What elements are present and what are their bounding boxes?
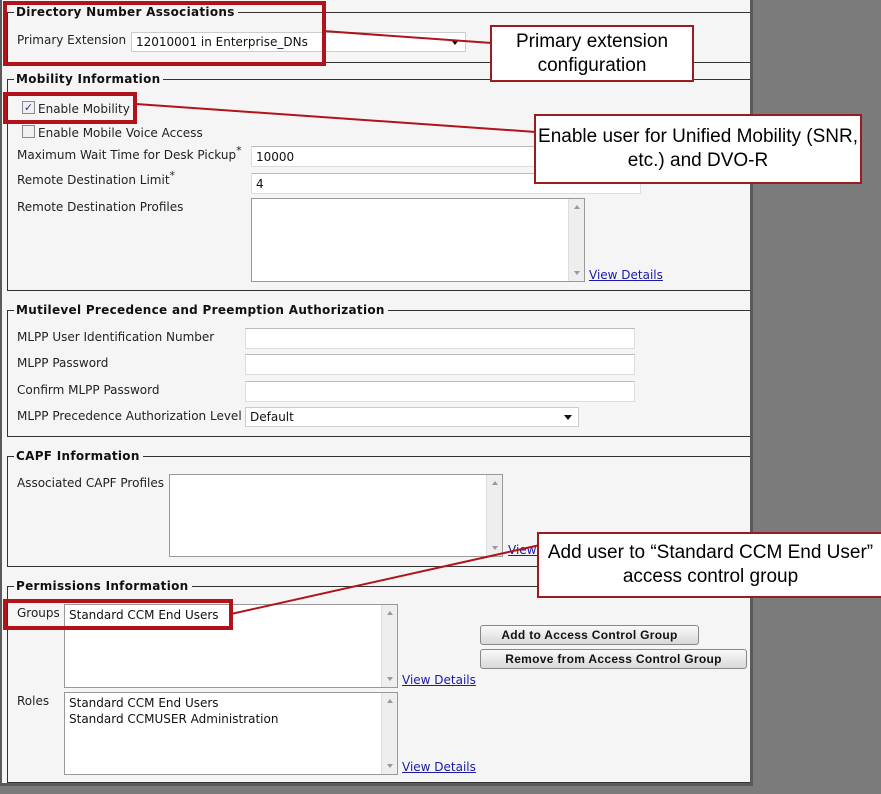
- roles-view-details-link[interactable]: View Details: [402, 760, 476, 774]
- scroll-up-icon: [387, 699, 393, 703]
- scroll-down-icon: [387, 764, 393, 768]
- scrollbar[interactable]: [486, 475, 502, 556]
- mlpp-level-select[interactable]: Default: [245, 407, 579, 427]
- max-wait-label-text: Maximum Wait Time for Desk Pickup: [17, 148, 237, 162]
- callout-primary-extension: Primary extension configuration: [490, 25, 694, 82]
- highlight-groups: [3, 599, 233, 630]
- rdp-listbox[interactable]: [251, 198, 585, 282]
- roles-label: Roles: [17, 694, 50, 708]
- rdp-view-details-link[interactable]: View Details: [589, 268, 663, 282]
- scroll-down-icon: [387, 677, 393, 681]
- add-to-access-control-group-button[interactable]: Add to Access Control Group: [480, 625, 699, 645]
- rd-limit-label-text: Remote Destination Limit: [17, 173, 170, 187]
- highlight-primary-extension: [3, 1, 326, 66]
- capf-profiles-listbox[interactable]: [169, 474, 503, 557]
- mlpp-level-label: MLPP Precedence Authorization Level: [17, 409, 242, 423]
- section-title: Mutilevel Precedence and Preemption Auth…: [14, 303, 388, 317]
- rdp-label: Remote Destination Profiles: [17, 200, 184, 214]
- scroll-up-icon: [387, 611, 393, 615]
- chevron-down-icon: [564, 415, 572, 420]
- required-mark: *: [169, 169, 176, 182]
- scrollbar[interactable]: [381, 693, 397, 774]
- mlpp-confirm-input[interactable]: [245, 381, 635, 402]
- mlpp-section: Mutilevel Precedence and Preemption Auth…: [7, 303, 750, 437]
- role-item[interactable]: Standard CCM End Users: [69, 695, 393, 711]
- roles-listbox[interactable]: Standard CCM End Users Standard CCMUSER …: [64, 692, 398, 775]
- remove-from-access-control-group-button[interactable]: Remove from Access Control Group: [480, 649, 747, 669]
- max-wait-label: Maximum Wait Time for Desk Pickup*: [17, 145, 242, 162]
- mlpp-confirm-label: Confirm MLPP Password: [17, 383, 160, 397]
- callout-groups: Add user to “Standard CCM End User” acce…: [537, 532, 881, 598]
- callout-mobility: Enable user for Unified Mobility (SNR, e…: [534, 114, 862, 184]
- scrollbar[interactable]: [381, 605, 397, 687]
- mlpp-user-id-input[interactable]: [245, 328, 635, 349]
- mlpp-password-label: MLPP Password: [17, 356, 109, 370]
- enable-mva-checkbox[interactable]: [22, 125, 35, 138]
- scroll-down-icon: [574, 271, 580, 275]
- scroll-up-icon: [492, 481, 498, 485]
- chevron-down-icon: [451, 40, 459, 45]
- section-title: Permissions Information: [14, 579, 192, 593]
- scroll-up-icon: [574, 205, 580, 209]
- mlpp-password-input[interactable]: [245, 354, 635, 375]
- highlight-enable-mobility: [3, 92, 137, 124]
- required-mark: *: [236, 144, 242, 157]
- mlpp-level-value: Default: [250, 410, 294, 424]
- scrollbar[interactable]: [568, 199, 584, 281]
- role-item[interactable]: Standard CCMUSER Administration: [69, 711, 393, 727]
- section-title: Mobility Information: [14, 72, 164, 86]
- section-title: CAPF Information: [14, 449, 143, 463]
- enable-mva-label: Enable Mobile Voice Access: [38, 126, 203, 140]
- rd-limit-label: Remote Destination Limit*: [17, 170, 175, 187]
- scroll-down-icon: [492, 546, 498, 550]
- groups-view-details-link[interactable]: View Details: [402, 673, 476, 687]
- capf-profiles-label: Associated CAPF Profiles: [17, 476, 164, 490]
- mlpp-user-id-label: MLPP User Identification Number: [17, 330, 215, 344]
